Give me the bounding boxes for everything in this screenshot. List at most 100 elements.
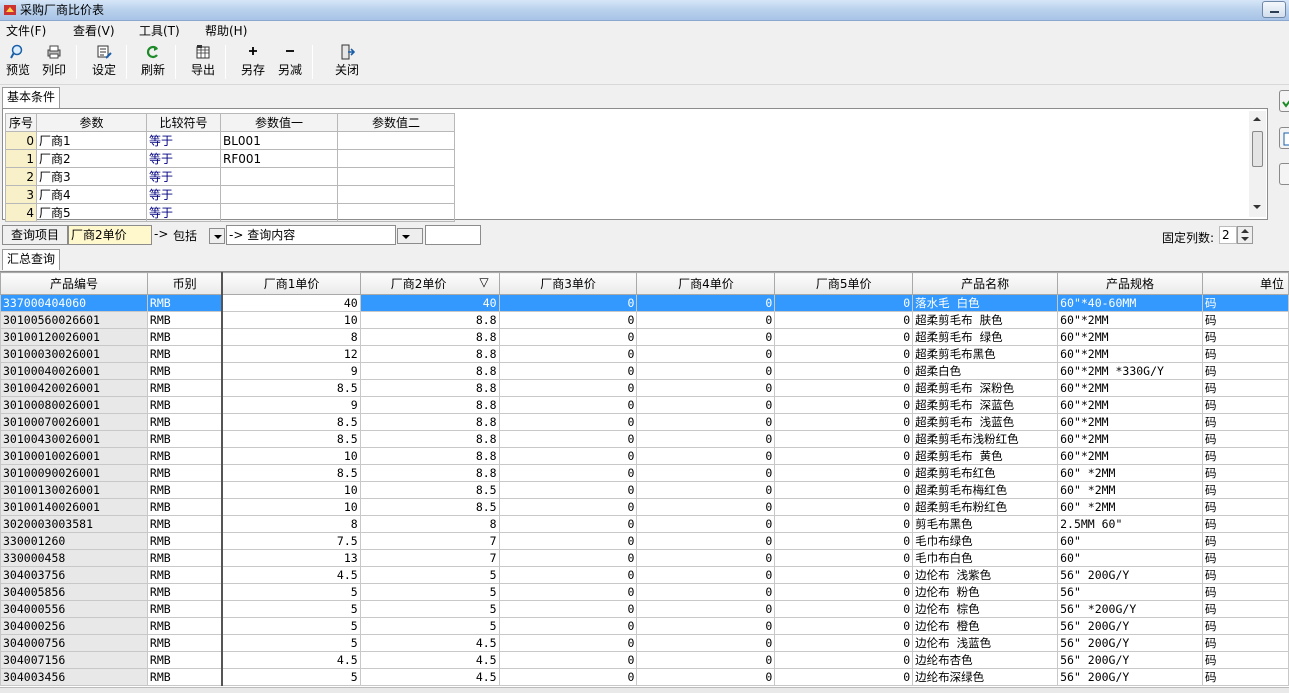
table-row[interactable]: 304003756 RMB 4.5 5 0 0 0 边伦布 浅紫色 56" 200G/Y 码 [0,566,1289,584]
table-cell[interactable]: 8 [359,515,500,533]
table-cell[interactable]: 0 [774,498,914,516]
table-cell[interactable]: RMB [146,362,224,380]
table-cell[interactable]: 4.5 [359,634,500,652]
table-cell[interactable]: RMB [146,447,224,465]
table-cell[interactable]: 0 [498,328,638,346]
table-cell[interactable]: 边伦布 浅蓝色 [912,634,1059,652]
table-cell[interactable]: 5 [359,583,500,601]
table-cell[interactable]: 8.8 [359,396,500,414]
content-dropdown-icon[interactable] [397,228,423,244]
table-cell[interactable]: 0 [636,430,776,448]
table-cell[interactable]: 0 [636,396,776,414]
table-cell[interactable]: 10 [221,481,361,499]
table-cell[interactable]: 码 [1202,413,1289,431]
table-cell[interactable]: 超柔剪毛布 深粉色 [912,379,1059,397]
param-cell[interactable]: 厂商1 [36,131,147,150]
operator-cell[interactable]: 等于 [146,185,221,204]
table-cell[interactable]: 0 [774,634,914,652]
operator-dropdown-icon[interactable] [209,228,225,244]
table-cell[interactable]: 码 [1202,498,1289,516]
table-cell[interactable]: 超柔剪毛布粉红色 [912,498,1059,516]
table-cell[interactable]: 10 [221,311,361,329]
table-cell[interactable]: 0 [498,413,638,431]
table-cell[interactable]: 毛巾布绿色 [912,532,1059,550]
table-cell[interactable]: 8.8 [359,362,500,380]
table-cell[interactable]: 4.5 [359,651,500,669]
table-cell[interactable]: 0 [498,447,638,465]
table-row[interactable]: 30100080026001 RMB 9 8.8 0 0 0 超柔剪毛布 深蓝色 60"*2MM… [0,396,1289,414]
table-cell[interactable]: 0 [774,447,914,465]
table-cell[interactable]: 4.5 [359,668,500,686]
table-cell[interactable]: 0 [636,668,776,686]
table-cell[interactable]: 0 [774,294,914,312]
table-cell[interactable]: 码 [1202,294,1289,312]
value1-cell[interactable] [220,167,338,186]
table-row[interactable]: 330001260 RMB 7.5 7 0 0 0 毛巾布绿色 60" 码 [0,532,1289,550]
table-cell[interactable]: 0 [774,600,914,618]
table-cell[interactable]: 0 [774,515,914,533]
table-cell[interactable]: 5 [359,617,500,635]
table-cell[interactable]: 7 [359,549,500,567]
table-cell[interactable]: 60"*40-60MM [1057,294,1204,312]
value2-cell[interactable] [337,185,455,204]
scroll-down-arrow-icon[interactable] [1253,205,1261,209]
table-cell[interactable]: 码 [1202,311,1289,329]
table-cell[interactable]: RMB [146,651,224,669]
table-cell[interactable]: 0 [774,617,914,635]
table-cell[interactable]: RMB [146,294,224,312]
table-cell[interactable]: 0 [774,328,914,346]
table-cell[interactable]: 0 [498,464,638,482]
table-cell[interactable]: 边纶布杏色 [912,651,1059,669]
table-cell[interactable]: 码 [1202,600,1289,618]
table-cell[interactable]: 330001260 [0,532,148,550]
criteria-row[interactable]: 0 厂商1 等于 BL001 [5,131,455,150]
fixed-columns-spinner[interactable] [1237,226,1253,244]
table-cell[interactable]: 8.5 [221,379,361,397]
table-cell[interactable]: 0 [498,651,638,669]
table-cell[interactable]: 304003456 [0,668,148,686]
table-cell[interactable]: 0 [774,379,914,397]
refresh-button[interactable]: 刷新 [135,44,171,82]
table-cell[interactable]: 56" 200G/Y [1057,617,1204,635]
value2-cell[interactable] [337,167,455,186]
operator-cell[interactable]: 等于 [146,149,221,168]
table-cell[interactable]: 40 [359,294,500,312]
table-cell[interactable]: 0 [636,532,776,550]
table-cell[interactable]: 0 [774,532,914,550]
table-cell[interactable]: 0 [498,549,638,567]
table-cell[interactable]: 码 [1202,583,1289,601]
table-cell[interactable]: 超柔剪毛布 绿色 [912,328,1059,346]
table-cell[interactable]: 8.8 [359,464,500,482]
table-cell[interactable]: 60"*2MM [1057,328,1204,346]
table-cell[interactable]: 码 [1202,362,1289,380]
table-cell[interactable]: 7 [359,532,500,550]
table-cell[interactable]: 0 [636,464,776,482]
param-cell[interactable]: 厂商2 [36,149,147,168]
table-cell[interactable]: 码 [1202,651,1289,669]
table-cell[interactable]: 剪毛布黑色 [912,515,1059,533]
table-cell[interactable]: 60" *2MM [1057,464,1204,482]
table-cell[interactable]: RMB [146,413,224,431]
table-cell[interactable]: 30100090026001 [0,464,148,482]
table-cell[interactable]: 0 [636,549,776,567]
menu-view[interactable]: 查看(V) [71,23,117,39]
table-cell[interactable]: 0 [498,396,638,414]
table-row[interactable]: 304005856 RMB 5 5 0 0 0 边伦布 粉色 56" 码 [0,583,1289,601]
horizontal-scrollbar[interactable] [0,687,1289,693]
spin-down-icon[interactable] [1241,237,1249,241]
table-cell[interactable]: 304000256 [0,617,148,635]
settings-button[interactable]: 设定 [86,44,122,82]
table-row[interactable]: 30100010026001 RMB 10 8.8 0 0 0 超柔剪毛布 黄色 60"*2MM… [0,447,1289,465]
table-cell[interactable]: RMB [146,481,224,499]
criteria-row[interactable]: 2 厂商3 等于 [5,167,455,186]
table-cell[interactable]: 60"*2MM [1057,345,1204,363]
table-cell[interactable]: 0 [636,447,776,465]
table-cell[interactable]: 56" *200G/Y [1057,600,1204,618]
side-confirm-button[interactable] [1279,90,1289,112]
table-row[interactable]: 30100070026001 RMB 8.5 8.8 0 0 0 超柔剪毛布 浅蓝色 60"*2… [0,413,1289,431]
table-cell[interactable]: 0 [498,617,638,635]
table-cell[interactable]: 10 [221,447,361,465]
table-cell[interactable]: 码 [1202,668,1289,686]
table-cell[interactable]: 5 [221,600,361,618]
table-cell[interactable]: 落水毛 白色 [912,294,1059,312]
